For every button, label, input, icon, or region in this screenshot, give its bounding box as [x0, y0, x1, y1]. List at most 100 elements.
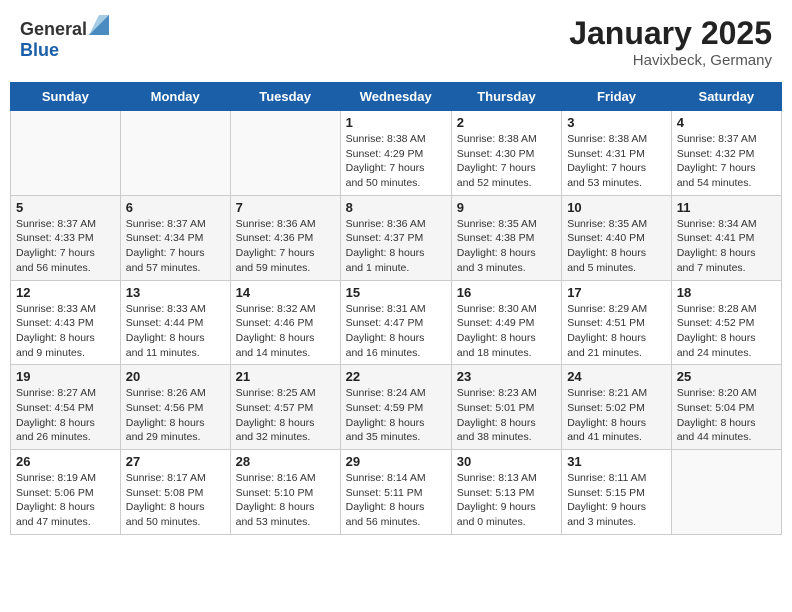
day-number: 14	[236, 285, 335, 300]
calendar-cell	[230, 111, 340, 196]
calendar-table: SundayMondayTuesdayWednesdayThursdayFrid…	[10, 82, 782, 535]
day-info: Sunrise: 8:37 AM Sunset: 4:32 PM Dayligh…	[677, 132, 776, 191]
day-info: Sunrise: 8:28 AM Sunset: 4:52 PM Dayligh…	[677, 302, 776, 361]
calendar-cell: 20Sunrise: 8:26 AM Sunset: 4:56 PM Dayli…	[120, 365, 230, 450]
day-info: Sunrise: 8:32 AM Sunset: 4:46 PM Dayligh…	[236, 302, 335, 361]
calendar-cell: 30 Sunrise: 8:13 AM Sunset: 5:13 PM Dayli…	[451, 450, 561, 535]
day-number: 25	[677, 369, 776, 384]
day-number: 13	[126, 285, 225, 300]
day-number: 7	[236, 200, 335, 215]
day-of-week-header: Thursday	[451, 83, 561, 111]
calendar-week-row: 1Sunrise: 8:38 AM Sunset: 4:29 PM Daylig…	[11, 111, 782, 196]
day-info: Sunrise: 8:25 AM Sunset: 4:57 PM Dayligh…	[236, 386, 335, 445]
day-info: Sunrise: 8:38 AM Sunset: 4:30 PM Dayligh…	[457, 132, 556, 191]
day-of-week-header: Friday	[562, 83, 672, 111]
calendar-cell: 8 Sunrise: 8:36 AM Sunset: 4:37 PM Daylig…	[340, 195, 451, 280]
calendar-cell	[671, 450, 781, 535]
day-info: Sunrise: 8:17 AM Sunset: 5:08 PM Dayligh…	[126, 471, 225, 530]
day-info: Sunrise: 8:26 AM Sunset: 4:56 PM Dayligh…	[126, 386, 225, 445]
calendar-body: 1Sunrise: 8:38 AM Sunset: 4:29 PM Daylig…	[11, 111, 782, 535]
day-info: Sunrise: 8:20 AM Sunset: 5:04 PM Dayligh…	[677, 386, 776, 445]
day-number: 23	[457, 369, 556, 384]
day-number: 29	[346, 454, 446, 469]
calendar-cell: 15 Sunrise: 8:31 AM Sunset: 4:47 PM Dayli…	[340, 280, 451, 365]
calendar-cell: 17 Sunrise: 8:29 AM Sunset: 4:51 PM Dayli…	[562, 280, 672, 365]
calendar-cell: 31 Sunrise: 8:11 AM Sunset: 5:15 PM Dayli…	[562, 450, 672, 535]
day-info: Sunrise: 8:34 AM Sunset: 4:41 PM Dayligh…	[677, 217, 776, 276]
calendar-header-row: SundayMondayTuesdayWednesdayThursdayFrid…	[11, 83, 782, 111]
day-info: Sunrise: 8:11 AM Sunset: 5:15 PM Dayligh…	[567, 471, 666, 530]
day-number: 28	[236, 454, 335, 469]
calendar-week-row: 12 Sunrise: 8:33 AM Sunset: 4:43 PM Dayli…	[11, 280, 782, 365]
day-number: 12	[16, 285, 115, 300]
calendar-week-row: 19 Sunrise: 8:27 AM Sunset: 4:54 PM Dayli…	[11, 365, 782, 450]
logo-text: General Blue	[20, 15, 109, 61]
day-info: Sunrise: 8:14 AM Sunset: 5:11 PM Dayligh…	[346, 471, 446, 530]
day-info: Sunrise: 8:35 AM Sunset: 4:40 PM Dayligh…	[567, 217, 666, 276]
logo: General Blue	[20, 15, 109, 61]
day-number: 19	[16, 369, 115, 384]
page-header: General Blue January 2025 Havixbeck, Ger…	[10, 10, 782, 74]
day-of-week-header: Tuesday	[230, 83, 340, 111]
calendar-cell: 21 Sunrise: 8:25 AM Sunset: 4:57 PM Dayli…	[230, 365, 340, 450]
day-info: Sunrise: 8:37 AM Sunset: 4:34 PM Dayligh…	[126, 217, 225, 276]
day-number: 30	[457, 454, 556, 469]
day-info: Sunrise: 8:31 AM Sunset: 4:47 PM Dayligh…	[346, 302, 446, 361]
calendar-cell: 18 Sunrise: 8:28 AM Sunset: 4:52 PM Dayli…	[671, 280, 781, 365]
day-number: 21	[236, 369, 335, 384]
day-info: Sunrise: 8:33 AM Sunset: 4:44 PM Dayligh…	[126, 302, 225, 361]
calendar-cell: 29 Sunrise: 8:14 AM Sunset: 5:11 PM Dayli…	[340, 450, 451, 535]
day-info: Sunrise: 8:27 AM Sunset: 4:54 PM Dayligh…	[16, 386, 115, 445]
day-number: 31	[567, 454, 666, 469]
calendar-cell: 28 Sunrise: 8:16 AM Sunset: 5:10 PM Dayli…	[230, 450, 340, 535]
calendar-cell: 24Sunrise: 8:21 AM Sunset: 5:02 PM Dayli…	[562, 365, 672, 450]
day-number: 16	[457, 285, 556, 300]
calendar-week-row: 5Sunrise: 8:37 AM Sunset: 4:33 PM Daylig…	[11, 195, 782, 280]
day-number: 5	[16, 200, 115, 215]
day-number: 22	[346, 369, 446, 384]
calendar-cell: 4 Sunrise: 8:37 AM Sunset: 4:32 PM Daylig…	[671, 111, 781, 196]
day-number: 1	[346, 115, 446, 130]
day-info: Sunrise: 8:29 AM Sunset: 4:51 PM Dayligh…	[567, 302, 666, 361]
calendar-cell: 7Sunrise: 8:36 AM Sunset: 4:36 PM Daylig…	[230, 195, 340, 280]
calendar-cell: 23 Sunrise: 8:23 AM Sunset: 5:01 PM Dayli…	[451, 365, 561, 450]
calendar-cell: 16Sunrise: 8:30 AM Sunset: 4:49 PM Dayli…	[451, 280, 561, 365]
day-number: 9	[457, 200, 556, 215]
day-of-week-header: Wednesday	[340, 83, 451, 111]
calendar-cell: 1Sunrise: 8:38 AM Sunset: 4:29 PM Daylig…	[340, 111, 451, 196]
day-info: Sunrise: 8:38 AM Sunset: 4:31 PM Dayligh…	[567, 132, 666, 191]
calendar-cell: 25 Sunrise: 8:20 AM Sunset: 5:04 PM Dayli…	[671, 365, 781, 450]
calendar-cell: 3 Sunrise: 8:38 AM Sunset: 4:31 PM Daylig…	[562, 111, 672, 196]
day-info: Sunrise: 8:21 AM Sunset: 5:02 PM Dayligh…	[567, 386, 666, 445]
day-info: Sunrise: 8:35 AM Sunset: 4:38 PM Dayligh…	[457, 217, 556, 276]
page-subtitle: Havixbeck, Germany	[569, 52, 772, 69]
calendar-cell: 6Sunrise: 8:37 AM Sunset: 4:34 PM Daylig…	[120, 195, 230, 280]
day-number: 8	[346, 200, 446, 215]
day-info: Sunrise: 8:23 AM Sunset: 5:01 PM Dayligh…	[457, 386, 556, 445]
calendar-cell: 19 Sunrise: 8:27 AM Sunset: 4:54 PM Dayli…	[11, 365, 121, 450]
day-info: Sunrise: 8:13 AM Sunset: 5:13 PM Dayligh…	[457, 471, 556, 530]
day-info: Sunrise: 8:36 AM Sunset: 4:37 PM Dayligh…	[346, 217, 446, 276]
day-number: 4	[677, 115, 776, 130]
calendar-cell: 5Sunrise: 8:37 AM Sunset: 4:33 PM Daylig…	[11, 195, 121, 280]
calendar-cell: 2Sunrise: 8:38 AM Sunset: 4:30 PM Daylig…	[451, 111, 561, 196]
title-block: January 2025 Havixbeck, Germany	[569, 15, 772, 69]
day-number: 15	[346, 285, 446, 300]
calendar-cell: 22Sunrise: 8:24 AM Sunset: 4:59 PM Dayli…	[340, 365, 451, 450]
calendar-cell	[120, 111, 230, 196]
day-number: 3	[567, 115, 666, 130]
day-number: 17	[567, 285, 666, 300]
day-number: 26	[16, 454, 115, 469]
day-info: Sunrise: 8:16 AM Sunset: 5:10 PM Dayligh…	[236, 471, 335, 530]
day-number: 11	[677, 200, 776, 215]
day-number: 18	[677, 285, 776, 300]
day-of-week-header: Saturday	[671, 83, 781, 111]
page-title: January 2025	[569, 15, 772, 52]
calendar-cell: 26Sunrise: 8:19 AM Sunset: 5:06 PM Dayli…	[11, 450, 121, 535]
day-of-week-header: Sunday	[11, 83, 121, 111]
calendar-cell: 14 Sunrise: 8:32 AM Sunset: 4:46 PM Dayli…	[230, 280, 340, 365]
day-number: 27	[126, 454, 225, 469]
calendar-cell	[11, 111, 121, 196]
day-info: Sunrise: 8:33 AM Sunset: 4:43 PM Dayligh…	[16, 302, 115, 361]
logo-blue: Blue	[20, 40, 59, 60]
